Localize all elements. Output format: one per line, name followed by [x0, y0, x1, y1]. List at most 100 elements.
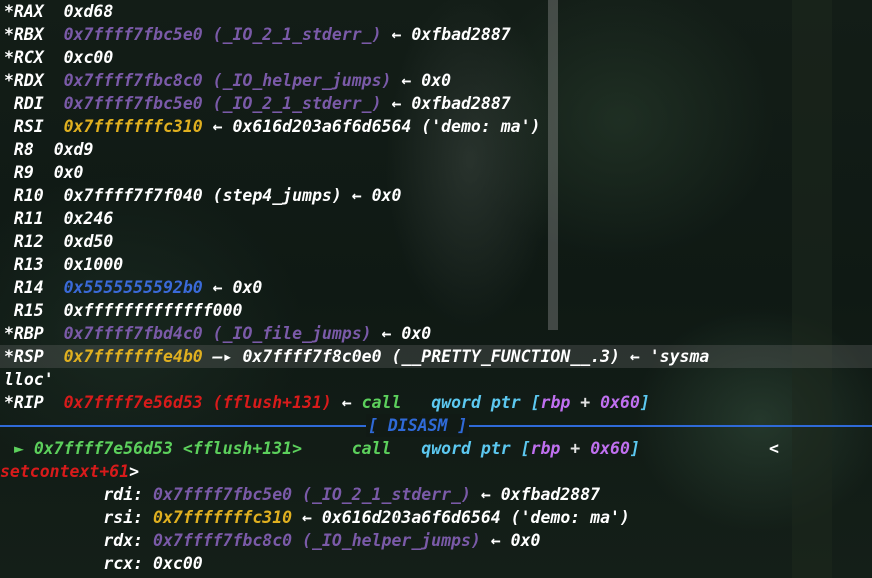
register-name: RDI — [4, 94, 44, 113]
register-line-rdi: RDI 0x7ffff7fbc5e0 (_IO_2_1_stderr_) ← 0… — [0, 92, 872, 115]
arg-address: 0x7ffff7fbc8c0 — [153, 531, 293, 550]
operand-register: rbp — [530, 439, 561, 458]
arg-name: rdx: — [103, 531, 144, 550]
register-symbol: (_IO_file_jumps) — [212, 324, 372, 343]
register-symbol: (fflush+131) — [212, 393, 332, 412]
call-arg-rcx: rcx: 0xc00 — [0, 552, 872, 575]
register-line-r11: R11 0x246 — [0, 207, 872, 230]
wrapped-text: lloc' — [4, 370, 54, 389]
call-arg-rdi: rdi: 0x7ffff7fbc5e0 (_IO_2_1_stderr_) ← … — [0, 483, 872, 506]
arg-symbol: (_IO_2_1_stderr_) — [302, 485, 471, 504]
register-name: *RDX — [4, 71, 44, 90]
wrapped-symbol-start: < — [769, 439, 779, 458]
register-name: R14 — [4, 278, 44, 297]
register-address: 0x7fffffffe4b0 — [63, 347, 203, 366]
operand-immediate: 0x60 — [600, 393, 640, 412]
instruction-mnemonic: call — [361, 393, 402, 412]
deref-arrow: ← — [391, 25, 402, 44]
instruction-address: 0x7ffff7e56d53 — [33, 439, 173, 458]
arg-name: rcx: — [103, 554, 144, 573]
register-deref: 0x616d203a6f6d6564 ('demo: ma') — [232, 117, 541, 136]
register-line-rsp-wrap: lloc' — [0, 368, 872, 391]
deref-arrow: ← — [212, 278, 223, 297]
register-address: 0x7ffff7fbc8c0 — [63, 71, 203, 90]
register-line-rsi: RSI 0x7fffffffc310 ← 0x616d203a6f6d6564 … — [0, 115, 872, 138]
register-line-r9: R9 0x0 — [0, 161, 872, 184]
current-instruction-marker-icon: ► — [13, 439, 24, 458]
register-line-r12: R12 0xd50 — [0, 230, 872, 253]
register-name: *RSP — [4, 347, 44, 366]
register-deref: 0xfbad2887 — [411, 25, 511, 44]
deref-arrow: ← — [381, 324, 392, 343]
terminal-output: *RAX 0xd68 *RBX 0x7ffff7fbc5e0 (_IO_2_1_… — [0, 0, 872, 575]
operand-register: rbp — [540, 393, 571, 412]
arg-deref: 0x616d203a6f6d6564 ('demo: ma') — [321, 508, 630, 527]
register-address: 0x7fffffffc310 — [63, 117, 203, 136]
deref-arrow: ← — [490, 531, 501, 550]
wrapped-symbol-end: > — [129, 462, 140, 481]
arg-symbol: (_IO_helper_jumps) — [302, 531, 481, 550]
operand-suffix: ] — [629, 439, 640, 458]
register-address: 0x7ffff7fbd4c0 — [63, 324, 203, 343]
register-name: *RBP — [4, 324, 44, 343]
deref-arrow: ← — [391, 94, 402, 113]
register-address: 0x7ffff7e56d53 — [63, 393, 203, 412]
register-name: R10 — [4, 186, 44, 205]
deref-arrow: ← — [341, 393, 352, 412]
instruction-mnemonic: call — [351, 439, 392, 458]
arg-deref: 0x0 — [510, 531, 541, 550]
register-name: R11 — [4, 209, 44, 228]
register-address: 0x7ffff7fbc5e0 — [63, 94, 203, 113]
register-line-r14: R14 0x5555555592b0 ← 0x0 — [0, 276, 872, 299]
register-symbol: (_IO_helper_jumps) — [212, 71, 392, 90]
register-value: 0x0 — [53, 163, 84, 182]
register-value: 0x246 — [63, 209, 114, 228]
arg-deref: 0xfbad2887 — [500, 485, 601, 504]
disasm-current-line: ► 0x7ffff7e56d53 <fflush+131> call qword… — [0, 437, 872, 460]
disasm-current-line-wrap: setcontext+61> — [0, 460, 872, 483]
arg-address: 0x7fffffffc310 — [153, 508, 293, 527]
operand-prefix: qword ptr [ — [431, 393, 541, 412]
register-name: R12 — [4, 232, 44, 251]
disasm-label: [ DISASM ] — [366, 414, 470, 437]
deref-arrow: ← — [212, 117, 223, 136]
register-line-rip: *RIP 0x7ffff7e56d53 (fflush+131) ← call … — [0, 391, 872, 414]
register-line-rcx: *RCX 0xc00 — [0, 46, 872, 69]
register-value: 0xd50 — [63, 232, 114, 251]
register-line-rdx: *RDX 0x7ffff7fbc8c0 (_IO_helper_jumps) ←… — [0, 69, 872, 92]
call-arg-rdx: rdx: 0x7ffff7fbc8c0 (_IO_helper_jumps) ←… — [0, 529, 872, 552]
register-value: 0xfffffffffffff000 — [63, 301, 243, 320]
register-name: *RBX — [4, 25, 44, 44]
register-line-rsp: *RSP 0x7fffffffe4b0 —▸ 0x7ffff7f8c0e0 (_… — [0, 345, 872, 368]
register-value: 0x7ffff7f7f040 (step4_jumps) ← 0x0 — [63, 186, 402, 205]
arg-address: 0x7ffff7fbc5e0 — [153, 485, 293, 504]
deref-arrow: ← — [302, 508, 312, 527]
register-symbol: (_IO_2_1_stderr_) — [212, 94, 382, 113]
register-value: 0x1000 — [63, 255, 124, 274]
instruction-symbol: <fflush+131> — [182, 439, 303, 458]
operand-prefix: qword ptr [ — [421, 439, 531, 458]
deref-arrow: ← — [480, 485, 491, 504]
arg-address: 0xc00 — [153, 554, 203, 573]
register-name: *RIP — [4, 393, 44, 412]
register-line-r13: R13 0x1000 — [0, 253, 872, 276]
deref-arrow: ← — [401, 71, 412, 90]
register-name: R13 — [4, 255, 44, 274]
register-line-rbp: *RBP 0x7ffff7fbd4c0 (_IO_file_jumps) ← 0… — [0, 322, 872, 345]
register-name: R9 — [4, 163, 44, 182]
register-name: *RCX — [4, 48, 44, 67]
register-line-rbx: *RBX 0x7ffff7fbc5e0 (_IO_2_1_stderr_) ← … — [0, 23, 872, 46]
operand-op: + — [570, 393, 601, 412]
register-line-r10: R10 0x7ffff7f7f040 (step4_jumps) ← 0x0 — [0, 184, 872, 207]
register-line-r15: R15 0xfffffffffffff000 — [0, 299, 872, 322]
register-deref: 0x0 — [232, 278, 263, 297]
deref-arrow: —▸ — [212, 347, 233, 366]
arg-name: rsi: — [103, 508, 144, 527]
register-deref: 0x0 — [421, 71, 452, 90]
disasm-section-header: [ DISASM ] — [0, 414, 872, 437]
operand-suffix: ] — [639, 393, 650, 412]
register-name: *RAX — [4, 2, 44, 21]
call-arg-rsi: rsi: 0x7fffffffc310 ← 0x616d203a6f6d6564… — [0, 506, 872, 529]
operand-op: + — [560, 439, 591, 458]
register-line-rax: *RAX 0xd68 — [0, 0, 872, 23]
